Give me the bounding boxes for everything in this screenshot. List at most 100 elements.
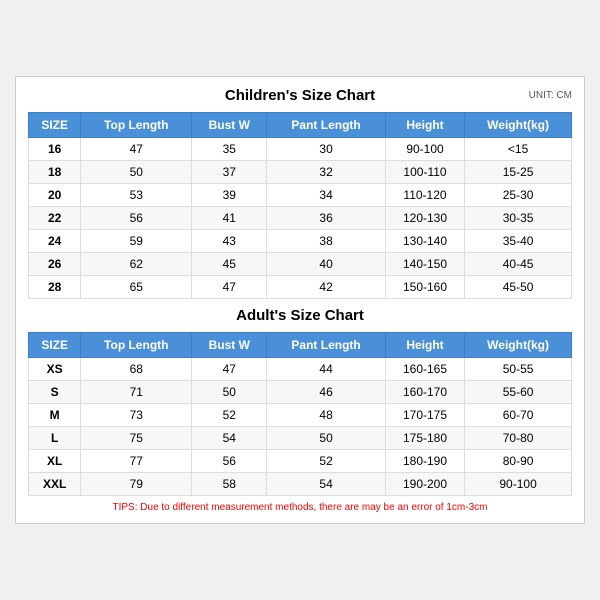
table-cell: S: [29, 381, 81, 404]
table-cell: 50: [267, 427, 386, 450]
table-cell: 41: [192, 207, 267, 230]
table-cell: 30-35: [465, 207, 572, 230]
table-cell: 79: [81, 473, 192, 496]
table-cell: 37: [192, 161, 267, 184]
table-row: L755450175-18070-80: [29, 427, 572, 450]
adults-col-height: Height: [385, 333, 464, 358]
table-cell: 65: [81, 276, 192, 299]
adults-title-row: Adult's Size Chart: [28, 307, 572, 324]
table-cell: 73: [81, 404, 192, 427]
adults-table: SIZE Top Length Bust W Pant Length Heigh…: [28, 332, 572, 496]
table-cell: 30: [267, 138, 386, 161]
table-row: 28654742150-16045-50: [29, 276, 572, 299]
table-cell: 26: [29, 253, 81, 276]
children-col-size: SIZE: [29, 113, 81, 138]
tips-text: TIPS: Due to different measurement metho…: [28, 502, 572, 513]
adults-header-row: SIZE Top Length Bust W Pant Length Heigh…: [29, 333, 572, 358]
table-row: XXL795854190-20090-100: [29, 473, 572, 496]
table-cell: 56: [192, 450, 267, 473]
table-cell: 110-120: [385, 184, 464, 207]
table-cell: 100-110: [385, 161, 464, 184]
table-cell: 15-25: [465, 161, 572, 184]
table-row: S715046160-17055-60: [29, 381, 572, 404]
table-cell: 40: [267, 253, 386, 276]
table-cell: 160-170: [385, 381, 464, 404]
table-row: M735248170-17560-70: [29, 404, 572, 427]
table-cell: 39: [192, 184, 267, 207]
table-cell: 42: [267, 276, 386, 299]
adults-col-size: SIZE: [29, 333, 81, 358]
adults-col-bustw: Bust W: [192, 333, 267, 358]
children-header-row: SIZE Top Length Bust W Pant Length Heigh…: [29, 113, 572, 138]
table-cell: 71: [81, 381, 192, 404]
children-col-weight: Weight(kg): [465, 113, 572, 138]
table-cell: 55-60: [465, 381, 572, 404]
table-row: 20533934110-12025-30: [29, 184, 572, 207]
table-cell: 16: [29, 138, 81, 161]
table-cell: 60-70: [465, 404, 572, 427]
table-cell: 50: [192, 381, 267, 404]
table-cell: 75: [81, 427, 192, 450]
table-row: 22564136120-13030-35: [29, 207, 572, 230]
table-cell: 53: [81, 184, 192, 207]
table-cell: 54: [192, 427, 267, 450]
table-cell: 59: [81, 230, 192, 253]
table-cell: 77: [81, 450, 192, 473]
adults-col-toplength: Top Length: [81, 333, 192, 358]
table-cell: 54: [267, 473, 386, 496]
table-cell: <15: [465, 138, 572, 161]
table-cell: 70-80: [465, 427, 572, 450]
table-cell: 20: [29, 184, 81, 207]
table-cell: 28: [29, 276, 81, 299]
table-cell: 43: [192, 230, 267, 253]
table-cell: M: [29, 404, 81, 427]
table-cell: 190-200: [385, 473, 464, 496]
table-cell: 45: [192, 253, 267, 276]
table-row: 18503732100-11015-25: [29, 161, 572, 184]
table-cell: 90-100: [465, 473, 572, 496]
table-cell: 160-165: [385, 358, 464, 381]
children-table: SIZE Top Length Bust W Pant Length Heigh…: [28, 112, 572, 299]
table-cell: 18: [29, 161, 81, 184]
table-cell: 50-55: [465, 358, 572, 381]
table-cell: 80-90: [465, 450, 572, 473]
children-col-toplength: Top Length: [81, 113, 192, 138]
children-title: Children's Size Chart: [225, 87, 375, 104]
table-cell: 140-150: [385, 253, 464, 276]
table-row: XS684744160-16550-55: [29, 358, 572, 381]
table-cell: 47: [192, 358, 267, 381]
table-cell: 46: [267, 381, 386, 404]
table-cell: 50: [81, 161, 192, 184]
table-cell: 48: [267, 404, 386, 427]
table-row: XL775652180-19080-90: [29, 450, 572, 473]
table-cell: 44: [267, 358, 386, 381]
table-cell: 180-190: [385, 450, 464, 473]
table-cell: 68: [81, 358, 192, 381]
table-cell: 36: [267, 207, 386, 230]
table-row: 1647353090-100<15: [29, 138, 572, 161]
table-cell: 40-45: [465, 253, 572, 276]
adults-col-pantlength: Pant Length: [267, 333, 386, 358]
table-cell: 45-50: [465, 276, 572, 299]
children-col-bustw: Bust W: [192, 113, 267, 138]
table-cell: 58: [192, 473, 267, 496]
children-col-pantlength: Pant Length: [267, 113, 386, 138]
table-cell: XXL: [29, 473, 81, 496]
unit-label: UNIT: CM: [529, 90, 572, 101]
table-cell: 150-160: [385, 276, 464, 299]
table-cell: XS: [29, 358, 81, 381]
table-cell: 32: [267, 161, 386, 184]
table-cell: 62: [81, 253, 192, 276]
chart-container: Children's Size Chart UNIT: CM SIZE Top …: [15, 76, 585, 524]
table-cell: 38: [267, 230, 386, 253]
table-cell: XL: [29, 450, 81, 473]
table-cell: 22: [29, 207, 81, 230]
table-cell: 35-40: [465, 230, 572, 253]
table-cell: L: [29, 427, 81, 450]
table-cell: 90-100: [385, 138, 464, 161]
table-cell: 47: [192, 276, 267, 299]
table-cell: 47: [81, 138, 192, 161]
table-cell: 52: [267, 450, 386, 473]
table-cell: 35: [192, 138, 267, 161]
table-cell: 170-175: [385, 404, 464, 427]
